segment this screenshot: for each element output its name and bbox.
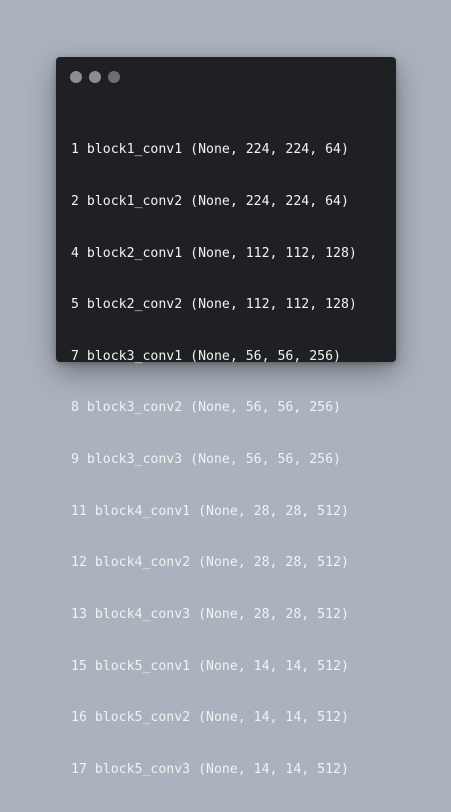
layer-name: block4_conv1: [94, 503, 191, 519]
layer-name: block2_conv2: [86, 297, 183, 313]
layer-index: 8: [71, 400, 79, 416]
code-line: 17 block5_conv3 (None, 14, 14, 512): [71, 761, 357, 778]
code-line: 11 block4_conv1 (None, 28, 28, 512): [71, 503, 357, 520]
code-window: 1 block1_conv1 (None, 224, 224, 64) 2 bl…: [56, 57, 396, 777]
code-line: 12 block4_conv2 (None, 28, 28, 512): [71, 554, 357, 571]
layer-name: block4_conv2: [94, 555, 191, 571]
code-line: 9 block3_conv3 (None, 56, 56, 256): [71, 451, 357, 468]
layer-shape: (None, 28, 28, 512): [198, 606, 349, 622]
code-line: 8 block3_conv2 (None, 56, 56, 256): [71, 399, 357, 416]
window-dot-3: [108, 71, 120, 83]
layer-name: block1_conv2: [86, 194, 183, 210]
layer-shape: (None, 28, 28, 512): [198, 503, 349, 519]
code-line: 13 block4_conv3 (None, 28, 28, 512): [71, 606, 357, 623]
code-line: 5 block2_conv2 (None, 112, 112, 128): [71, 296, 357, 313]
code-line: 2 block1_conv2 (None, 224, 224, 64): [71, 193, 357, 210]
layer-shape: (None, 56, 56, 256): [190, 400, 341, 416]
code-line: 1 block1_conv1 (None, 224, 224, 64): [71, 141, 357, 158]
layer-name: block1_conv1: [86, 142, 183, 158]
layer-shape: (None, 112, 112, 128): [190, 245, 357, 261]
layer-index: 12: [71, 555, 87, 571]
layer-index: 2: [71, 194, 79, 210]
layer-index: 17: [71, 761, 87, 777]
layer-shape: (None, 14, 14, 512): [198, 710, 349, 726]
code-line: 15 block5_conv1 (None, 14, 14, 512): [71, 658, 357, 675]
layer-name: block2_conv1: [86, 245, 183, 261]
layer-index: 4: [71, 245, 79, 261]
window-dot-2: [89, 71, 101, 83]
layer-index: 9: [71, 452, 79, 468]
layer-shape: (None, 14, 14, 512): [198, 658, 349, 674]
layer-index: 11: [71, 503, 87, 519]
window-controls: [70, 71, 120, 83]
layer-output-listing: 1 block1_conv1 (None, 224, 224, 64) 2 bl…: [71, 107, 357, 812]
layer-index: 1: [71, 142, 79, 158]
layer-shape: (None, 224, 224, 64): [190, 142, 349, 158]
layer-index: 13: [71, 606, 87, 622]
code-line: 4 block2_conv1 (None, 112, 112, 128): [71, 245, 357, 262]
layer-index: 16: [71, 710, 87, 726]
layer-shape: (None, 28, 28, 512): [198, 555, 349, 571]
layer-name: block3_conv3: [86, 452, 183, 468]
layer-index: 15: [71, 658, 87, 674]
layer-name: block5_conv3: [94, 761, 191, 777]
layer-name: block5_conv2: [94, 710, 191, 726]
layer-name: block3_conv1: [86, 348, 183, 364]
layer-name: block3_conv2: [86, 400, 183, 416]
layer-name: block5_conv1: [94, 658, 191, 674]
code-line: 16 block5_conv2 (None, 14, 14, 512): [71, 709, 357, 726]
code-line: 7 block3_conv1 (None, 56, 56, 256): [71, 348, 357, 365]
layer-index: 7: [71, 348, 79, 364]
layer-index: 5: [71, 297, 79, 313]
layer-shape: (None, 56, 56, 256): [190, 348, 341, 364]
layer-name: block4_conv3: [94, 606, 191, 622]
layer-shape: (None, 224, 224, 64): [190, 194, 349, 210]
window-dot-1: [70, 71, 82, 83]
layer-shape: (None, 112, 112, 128): [190, 297, 357, 313]
layer-shape: (None, 56, 56, 256): [190, 452, 341, 468]
layer-shape: (None, 14, 14, 512): [198, 761, 349, 777]
